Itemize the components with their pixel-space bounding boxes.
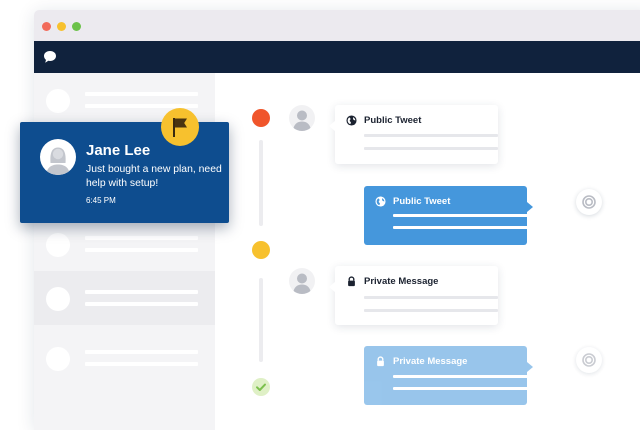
text-placeholder [364, 147, 498, 150]
text-placeholder [85, 290, 198, 294]
message-title: Public Tweet [364, 115, 422, 126]
text-placeholder [85, 92, 198, 96]
agent-avatar [576, 189, 602, 215]
text-placeholder [364, 296, 498, 299]
window-minimize-button[interactable] [57, 22, 66, 31]
person-icon [293, 273, 311, 294]
app-navbar [34, 41, 640, 73]
text-placeholder [393, 375, 535, 378]
flag-button[interactable] [161, 108, 199, 146]
customer-name: Jane Lee [86, 142, 151, 159]
timeline-track [259, 140, 263, 226]
text-placeholder [85, 362, 198, 366]
avatar [46, 347, 70, 371]
status-dot-resolved [252, 378, 270, 396]
window-maximize-button[interactable] [72, 22, 81, 31]
avatar [46, 89, 70, 113]
list-item[interactable] [34, 331, 215, 385]
agent-logo-icon [582, 195, 596, 209]
text-placeholder [364, 134, 498, 137]
window-titlebar [34, 10, 640, 41]
timeline-track [259, 278, 263, 362]
check-icon [256, 383, 266, 391]
person-icon [46, 147, 70, 175]
message-bubble-incoming[interactable]: Public Tweet [329, 105, 498, 164]
globe-icon [346, 115, 357, 126]
agent-logo-icon [582, 353, 596, 367]
flag-icon [173, 118, 187, 137]
list-item[interactable] [34, 217, 215, 271]
agent-avatar [576, 347, 602, 373]
window-close-button[interactable] [42, 22, 51, 31]
message-title: Private Message [393, 356, 468, 367]
customer-avatar [289, 105, 315, 131]
chat-bubble-icon[interactable] [43, 50, 57, 64]
message-title: Private Message [364, 276, 439, 287]
person-icon [293, 110, 311, 131]
status-dot-new [252, 109, 270, 127]
avatar [46, 287, 70, 311]
text-placeholder [85, 350, 198, 354]
message-bubble-outgoing[interactable]: Public Tweet [364, 186, 535, 245]
text-placeholder [85, 236, 198, 240]
text-placeholder [85, 302, 198, 306]
avatar [40, 139, 76, 175]
text-placeholder [85, 248, 198, 252]
timestamp: 6:45 PM [86, 196, 116, 205]
globe-icon [375, 196, 386, 207]
text-placeholder [393, 226, 535, 229]
message-preview: Just bought a new plan, need help with s… [86, 164, 222, 189]
customer-avatar [289, 268, 315, 294]
message-bubble-incoming[interactable]: Private Message [329, 266, 498, 325]
text-placeholder [364, 309, 498, 312]
avatar [46, 233, 70, 257]
message-title: Public Tweet [393, 196, 451, 207]
text-placeholder [393, 387, 535, 390]
lock-icon [348, 276, 355, 287]
list-item[interactable] [34, 271, 215, 325]
status-dot-pending [252, 241, 270, 259]
lock-icon [377, 356, 384, 367]
text-placeholder [393, 214, 535, 217]
message-bubble-outgoing[interactable]: Private Message [364, 346, 535, 405]
